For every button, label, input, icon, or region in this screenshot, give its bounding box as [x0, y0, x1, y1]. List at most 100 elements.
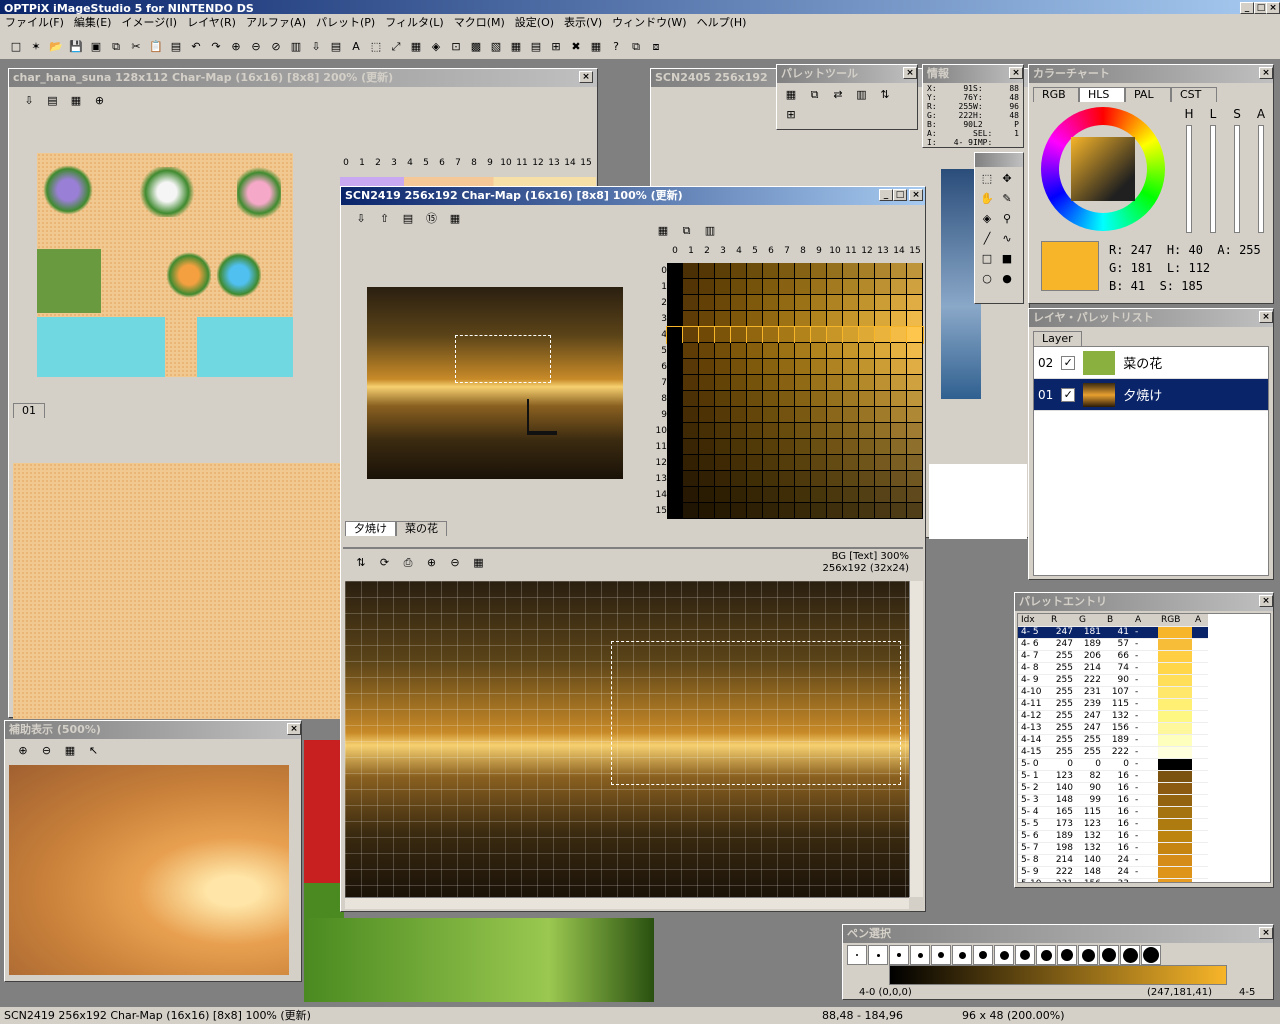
palette-entry-row[interactable]: 4- 5 247 181 41-: [1018, 626, 1208, 639]
palette-cell[interactable]: [731, 279, 747, 295]
menu-item[interactable]: レイヤ(R): [182, 14, 241, 32]
palette-cell[interactable]: [731, 391, 747, 407]
palette-cell[interactable]: [875, 295, 891, 311]
char-hana-tilemap[interactable]: [13, 463, 343, 719]
palette-cell[interactable]: [795, 407, 811, 423]
palette-entry-row[interactable]: 5- 3 148 99 16-: [1018, 794, 1208, 807]
tab-hls[interactable]: HLS: [1079, 87, 1125, 102]
pen-size-button[interactable]: [1141, 945, 1161, 965]
palette-cell[interactable]: [811, 263, 827, 279]
palette-cell[interactable]: [683, 439, 699, 455]
palette-cell[interactable]: [763, 311, 779, 327]
palette-cell[interactable]: [779, 391, 795, 407]
ellipse-icon[interactable]: ○: [978, 270, 996, 288]
palette-cell[interactable]: [891, 375, 907, 391]
palette-cell[interactable]: [763, 503, 779, 519]
palette-cell[interactable]: [715, 439, 731, 455]
palette-cell[interactable]: [731, 407, 747, 423]
color-256-icon[interactable]: ▥: [287, 38, 305, 56]
palette-cell[interactable]: [699, 375, 715, 391]
palette-cell[interactable]: [827, 375, 843, 391]
menu-item[interactable]: ファイル(F): [0, 14, 69, 32]
cut-icon[interactable]: ✂: [127, 38, 145, 56]
menu-item[interactable]: 編集(E): [69, 14, 117, 32]
palette-cell[interactable]: [795, 391, 811, 407]
tab-01[interactable]: 01: [13, 403, 45, 418]
palette-cell[interactable]: [907, 311, 923, 327]
palette-cell[interactable]: [827, 439, 843, 455]
menu-item[interactable]: 表示(V): [559, 14, 607, 32]
palette-select-icon[interactable]: ▦: [782, 86, 800, 104]
palette-cell[interactable]: [699, 263, 715, 279]
palette-cell[interactable]: [731, 343, 747, 359]
tab-layer-0[interactable]: 夕焼け: [345, 521, 396, 536]
palette-cell[interactable]: [843, 375, 859, 391]
hand-icon[interactable]: ✋: [978, 190, 996, 208]
palette-cell[interactable]: [795, 471, 811, 487]
palette-cell[interactable]: [795, 487, 811, 503]
palette-cell[interactable]: [875, 503, 891, 519]
palette-cell[interactable]: [779, 263, 795, 279]
palette-cell[interactable]: [842, 326, 860, 344]
palette-cell[interactable]: [795, 503, 811, 519]
pen-size-button[interactable]: [931, 945, 951, 965]
palette-cell[interactable]: [891, 471, 907, 487]
palette-cell[interactable]: [811, 455, 827, 471]
palette-cell[interactable]: [699, 295, 715, 311]
zoom-in-icon[interactable]: ⊕: [227, 38, 245, 56]
palette-entry-row[interactable]: 5- 2 140 90 16-: [1018, 782, 1208, 795]
palette-cell[interactable]: [779, 471, 795, 487]
palette-cell[interactable]: [827, 423, 843, 439]
tab-pal[interactable]: PAL: [1125, 87, 1171, 102]
slider-track[interactable]: [1186, 125, 1192, 233]
palette-cell[interactable]: [891, 311, 907, 327]
palette-cell[interactable]: [827, 311, 843, 327]
layer-visible-checkbox[interactable]: ✓: [1061, 387, 1076, 402]
palette-cell[interactable]: [667, 439, 683, 455]
palette-cell[interactable]: [683, 295, 699, 311]
palette-cell[interactable]: [779, 359, 795, 375]
palette-cell[interactable]: [779, 423, 795, 439]
palette-cell[interactable]: [747, 407, 763, 423]
palette-cell[interactable]: [667, 503, 683, 519]
palette-cell[interactable]: [667, 343, 683, 359]
palette-cell[interactable]: [907, 407, 923, 423]
palette-cell[interactable]: [715, 375, 731, 391]
color-count-icon[interactable]: ⑮: [423, 210, 441, 228]
palette-cell[interactable]: [811, 343, 827, 359]
palette-cell[interactable]: [875, 423, 891, 439]
palette-cell[interactable]: [683, 343, 699, 359]
palette-cell[interactable]: [747, 311, 763, 327]
palette-cell[interactable]: [667, 295, 683, 311]
palette-cell[interactable]: [763, 487, 779, 503]
palette-cell[interactable]: [682, 326, 700, 344]
palette-cell[interactable]: [859, 295, 875, 311]
zoom-out-icon[interactable]: ⊖: [446, 554, 464, 572]
palette-cell[interactable]: [811, 471, 827, 487]
preview-icon[interactable]: ⊡: [447, 38, 465, 56]
palette-cell[interactable]: [859, 375, 875, 391]
crop-icon[interactable]: ⬚: [367, 38, 385, 56]
palette-cell[interactable]: [795, 455, 811, 471]
tab-layer[interactable]: Layer: [1033, 331, 1082, 346]
palette-cell[interactable]: [875, 455, 891, 471]
palette-sort-icon[interactable]: ⇅: [876, 86, 894, 104]
palette-swap-icon[interactable]: ⇄: [829, 86, 847, 104]
import-icon[interactable]: ⇩: [20, 92, 38, 110]
palette-entry-row[interactable]: 4-13 255 247 156-: [1018, 722, 1208, 735]
resize-icon[interactable]: ⤢: [387, 38, 405, 56]
close-icon[interactable]: ×: [1266, 2, 1280, 14]
palette-cell[interactable]: [667, 391, 683, 407]
palette-cell[interactable]: [779, 455, 795, 471]
pen-icon[interactable]: ✎: [998, 190, 1016, 208]
slider-track[interactable]: [1258, 125, 1264, 233]
palette-cell[interactable]: [763, 343, 779, 359]
scn2419-palette[interactable]: ▦ ⧉ ▥ 0 1 2 3 4 5 6 7 8 9 10 11 12 13 14 15 01234567891…: [649, 217, 924, 519]
palette-cell[interactable]: [747, 359, 763, 375]
palette-cell[interactable]: [859, 359, 875, 375]
palette-cell[interactable]: [731, 423, 747, 439]
palette-cell[interactable]: [683, 407, 699, 423]
palette-cell[interactable]: [715, 471, 731, 487]
palette-cell[interactable]: [875, 375, 891, 391]
palette-cell[interactable]: [891, 391, 907, 407]
